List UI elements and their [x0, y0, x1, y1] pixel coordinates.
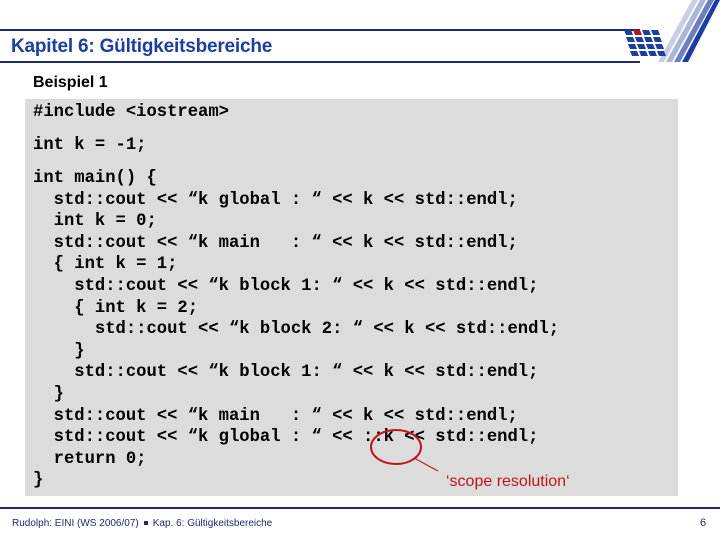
- university-logo-icon: [624, 0, 720, 62]
- logo-stripes: [658, 0, 720, 62]
- scope-resolution-label: ‘scope resolution‘: [446, 473, 570, 490]
- slide-title: Kapitel 6: Gültigkeitsbereiche: [11, 36, 273, 57]
- code-line: int k = -1;: [33, 136, 147, 155]
- code-line: std::cout << “k block 2: “ << k << std::…: [33, 320, 560, 340]
- code-line: return 0;: [33, 449, 147, 469]
- logo-grid: [624, 30, 666, 56]
- footer-chapter: Kap. 6: Gültigkeitsbereiche: [152, 518, 273, 529]
- code-line: std::cout << “k main : “ << k << std::en…: [33, 233, 518, 253]
- code-line: int main() {: [33, 169, 157, 188]
- code-line: { int k = 2;: [33, 298, 199, 318]
- code-line: }: [33, 341, 85, 361]
- footer-course: Rudolph: EINI (WS 2006/07): [12, 518, 139, 529]
- code-line: }: [33, 385, 64, 404]
- header-bottom-rule: [0, 61, 640, 63]
- footer-rule: [0, 507, 720, 509]
- code-line: }: [33, 471, 44, 491]
- header-top-rule: [0, 29, 640, 31]
- bullet-icon: [143, 521, 148, 525]
- example-heading: Beispiel 1: [33, 74, 108, 91]
- code-line: std::cout << “k main : “ << k << std::en…: [33, 406, 518, 426]
- code-line: std::cout << “k block 1: “ << k << std::…: [33, 363, 539, 383]
- code-line: #include <iostream>: [33, 103, 229, 122]
- code-line: std::cout << “k global : “ << k << std::…: [33, 190, 518, 210]
- code-line: { int k = 1;: [33, 255, 178, 275]
- code-line: int k = 0;: [33, 212, 157, 232]
- footer-text: Rudolph: EINI (WS 2006/07) Kap. 6: Gültig…: [12, 518, 272, 529]
- code-line: std::cout << “k global : “ << ::k << std…: [33, 428, 539, 448]
- page-number: 6: [700, 517, 707, 529]
- code-line: std::cout << “k block 1: “ << k << std::…: [33, 277, 539, 296]
